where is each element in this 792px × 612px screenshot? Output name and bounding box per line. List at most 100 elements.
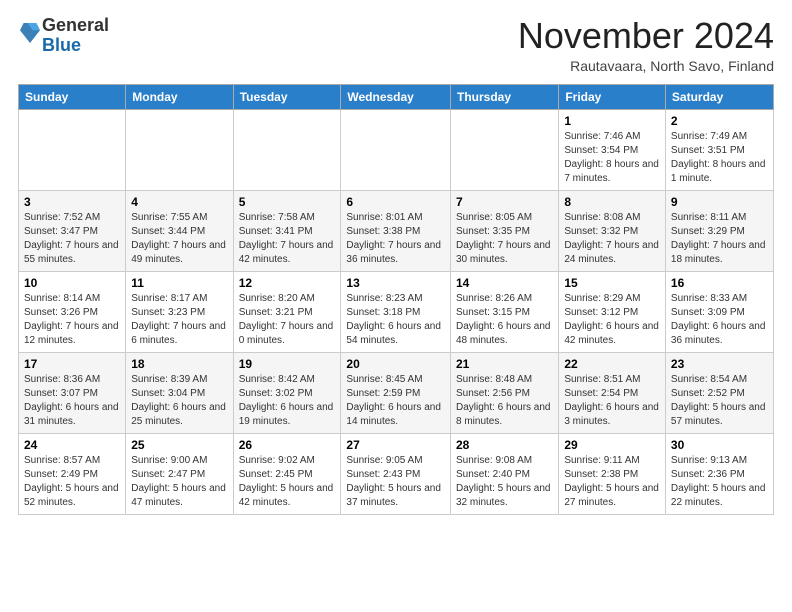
table-row: 26 Sunrise: 9:02 AM Sunset: 2:45 PM Dayli… [233,433,341,514]
day-number: 13 [346,276,445,290]
table-row: 2 Sunrise: 7:49 AM Sunset: 3:51 PM Daylig… [665,109,773,190]
calendar-week-row: 1Sunrise: 7:46 AM Sunset: 3:54 PM Daylig… [19,109,774,190]
table-row [19,109,126,190]
table-row: 13 Sunrise: 8:23 AM Sunset: 3:18 PM Dayli… [341,271,451,352]
title-block: November 2024 Rautavaara, North Savo, Fi… [518,16,774,74]
day-number: 9 [671,195,768,209]
day-info: Sunrise: 8:45 AM Sunset: 2:59 PM Dayligh… [346,373,445,429]
calendar-week-row: 17Sunrise: 8:36 AM Sunset: 3:07 PM Dayli… [19,352,774,433]
day-info: Sunrise: 8:36 AM Sunset: 3:07 PM Dayligh… [24,373,120,429]
day-info: Sunrise: 7:46 AM Sunset: 3:54 PM Dayligh… [564,130,660,186]
table-row: 3 Sunrise: 7:52 AM Sunset: 3:47 PM Daylig… [19,190,126,271]
month-title: November 2024 [518,16,774,56]
day-number: 10 [24,276,120,290]
calendar-week-row: 10Sunrise: 8:14 AM Sunset: 3:26 PM Dayli… [19,271,774,352]
table-row [126,109,233,190]
table-row: 1Sunrise: 7:46 AM Sunset: 3:54 PM Daylig… [559,109,666,190]
calendar-header-row: Sunday Monday Tuesday Wednesday Thursday… [19,84,774,109]
table-row: 24 Sunrise: 8:57 AM Sunset: 2:49 PM Dayli… [19,433,126,514]
table-row: 19 Sunrise: 8:42 AM Sunset: 3:02 PM Dayli… [233,352,341,433]
day-number: 7 [456,195,553,209]
day-number: 19 [239,357,336,371]
day-info: Sunrise: 9:13 AM Sunset: 2:36 PM Dayligh… [671,454,768,510]
day-info: Sunrise: 8:42 AM Sunset: 3:02 PM Dayligh… [239,373,336,429]
day-number: 14 [456,276,553,290]
day-info: Sunrise: 8:29 AM Sunset: 3:12 PM Dayligh… [564,292,660,348]
day-number: 25 [131,438,227,452]
col-thursday: Thursday [450,84,558,109]
table-row: 5 Sunrise: 7:58 AM Sunset: 3:41 PM Daylig… [233,190,341,271]
logo-text: General Blue [42,16,109,56]
day-number: 22 [564,357,660,371]
col-sunday: Sunday [19,84,126,109]
day-info: Sunrise: 8:26 AM Sunset: 3:15 PM Dayligh… [456,292,553,348]
table-row: 20 Sunrise: 8:45 AM Sunset: 2:59 PM Dayli… [341,352,451,433]
table-row: 7 Sunrise: 8:05 AM Sunset: 3:35 PM Daylig… [450,190,558,271]
day-number: 4 [131,195,227,209]
day-info: Sunrise: 8:39 AM Sunset: 3:04 PM Dayligh… [131,373,227,429]
day-info: Sunrise: 8:11 AM Sunset: 3:29 PM Dayligh… [671,211,768,267]
day-info: Sunrise: 9:02 AM Sunset: 2:45 PM Dayligh… [239,454,336,510]
logo-icon [20,21,40,45]
day-number: 26 [239,438,336,452]
day-number: 3 [24,195,120,209]
day-number: 27 [346,438,445,452]
col-monday: Monday [126,84,233,109]
table-row: 17Sunrise: 8:36 AM Sunset: 3:07 PM Dayli… [19,352,126,433]
table-row: 11Sunrise: 8:17 AM Sunset: 3:23 PM Dayli… [126,271,233,352]
day-info: Sunrise: 8:51 AM Sunset: 2:54 PM Dayligh… [564,373,660,429]
table-row: 22 Sunrise: 8:51 AM Sunset: 2:54 PM Dayli… [559,352,666,433]
day-info: Sunrise: 8:01 AM Sunset: 3:38 PM Dayligh… [346,211,445,267]
day-info: Sunrise: 7:58 AM Sunset: 3:41 PM Dayligh… [239,211,336,267]
day-info: Sunrise: 8:54 AM Sunset: 2:52 PM Dayligh… [671,373,768,429]
day-info: Sunrise: 7:49 AM Sunset: 3:51 PM Dayligh… [671,130,768,186]
table-row: 9 Sunrise: 8:11 AM Sunset: 3:29 PM Daylig… [665,190,773,271]
calendar-week-row: 3 Sunrise: 7:52 AM Sunset: 3:47 PM Daylig… [19,190,774,271]
day-info: Sunrise: 8:08 AM Sunset: 3:32 PM Dayligh… [564,211,660,267]
table-row: 23 Sunrise: 8:54 AM Sunset: 2:52 PM Dayli… [665,352,773,433]
calendar-week-row: 24 Sunrise: 8:57 AM Sunset: 2:49 PM Dayli… [19,433,774,514]
day-number: 2 [671,114,768,128]
logo: General Blue [18,16,109,56]
day-number: 28 [456,438,553,452]
table-row: 27 Sunrise: 9:05 AM Sunset: 2:43 PM Dayli… [341,433,451,514]
day-number: 18 [131,357,227,371]
day-number: 23 [671,357,768,371]
table-row: 10Sunrise: 8:14 AM Sunset: 3:26 PM Dayli… [19,271,126,352]
day-info: Sunrise: 8:23 AM Sunset: 3:18 PM Dayligh… [346,292,445,348]
page: General Blue November 2024 Rautavaara, N… [0,0,792,612]
day-number: 6 [346,195,445,209]
day-info: Sunrise: 8:05 AM Sunset: 3:35 PM Dayligh… [456,211,553,267]
location: Rautavaara, North Savo, Finland [518,58,774,74]
day-info: Sunrise: 7:52 AM Sunset: 3:47 PM Dayligh… [24,211,120,267]
col-tuesday: Tuesday [233,84,341,109]
day-number: 12 [239,276,336,290]
day-number: 16 [671,276,768,290]
table-row: 21Sunrise: 8:48 AM Sunset: 2:56 PM Dayli… [450,352,558,433]
day-info: Sunrise: 9:05 AM Sunset: 2:43 PM Dayligh… [346,454,445,510]
table-row: 6 Sunrise: 8:01 AM Sunset: 3:38 PM Daylig… [341,190,451,271]
day-info: Sunrise: 9:00 AM Sunset: 2:47 PM Dayligh… [131,454,227,510]
day-number: 11 [131,276,227,290]
table-row: 28 Sunrise: 9:08 AM Sunset: 2:40 PM Dayli… [450,433,558,514]
logo-blue-text: Blue [42,35,81,55]
table-row: 4 Sunrise: 7:55 AM Sunset: 3:44 PM Daylig… [126,190,233,271]
day-info: Sunrise: 8:48 AM Sunset: 2:56 PM Dayligh… [456,373,553,429]
table-row: 14 Sunrise: 8:26 AM Sunset: 3:15 PM Dayli… [450,271,558,352]
table-row [233,109,341,190]
table-row: 29Sunrise: 9:11 AM Sunset: 2:38 PM Dayli… [559,433,666,514]
day-info: Sunrise: 8:57 AM Sunset: 2:49 PM Dayligh… [24,454,120,510]
table-row: 15Sunrise: 8:29 AM Sunset: 3:12 PM Dayli… [559,271,666,352]
day-number: 30 [671,438,768,452]
table-row: 18 Sunrise: 8:39 AM Sunset: 3:04 PM Dayli… [126,352,233,433]
table-row: 30 Sunrise: 9:13 AM Sunset: 2:36 PM Dayli… [665,433,773,514]
table-row: 25 Sunrise: 9:00 AM Sunset: 2:47 PM Dayli… [126,433,233,514]
day-number: 8 [564,195,660,209]
col-wednesday: Wednesday [341,84,451,109]
day-info: Sunrise: 9:11 AM Sunset: 2:38 PM Dayligh… [564,454,660,510]
day-number: 5 [239,195,336,209]
day-info: Sunrise: 9:08 AM Sunset: 2:40 PM Dayligh… [456,454,553,510]
day-info: Sunrise: 7:55 AM Sunset: 3:44 PM Dayligh… [131,211,227,267]
day-number: 24 [24,438,120,452]
day-number: 20 [346,357,445,371]
